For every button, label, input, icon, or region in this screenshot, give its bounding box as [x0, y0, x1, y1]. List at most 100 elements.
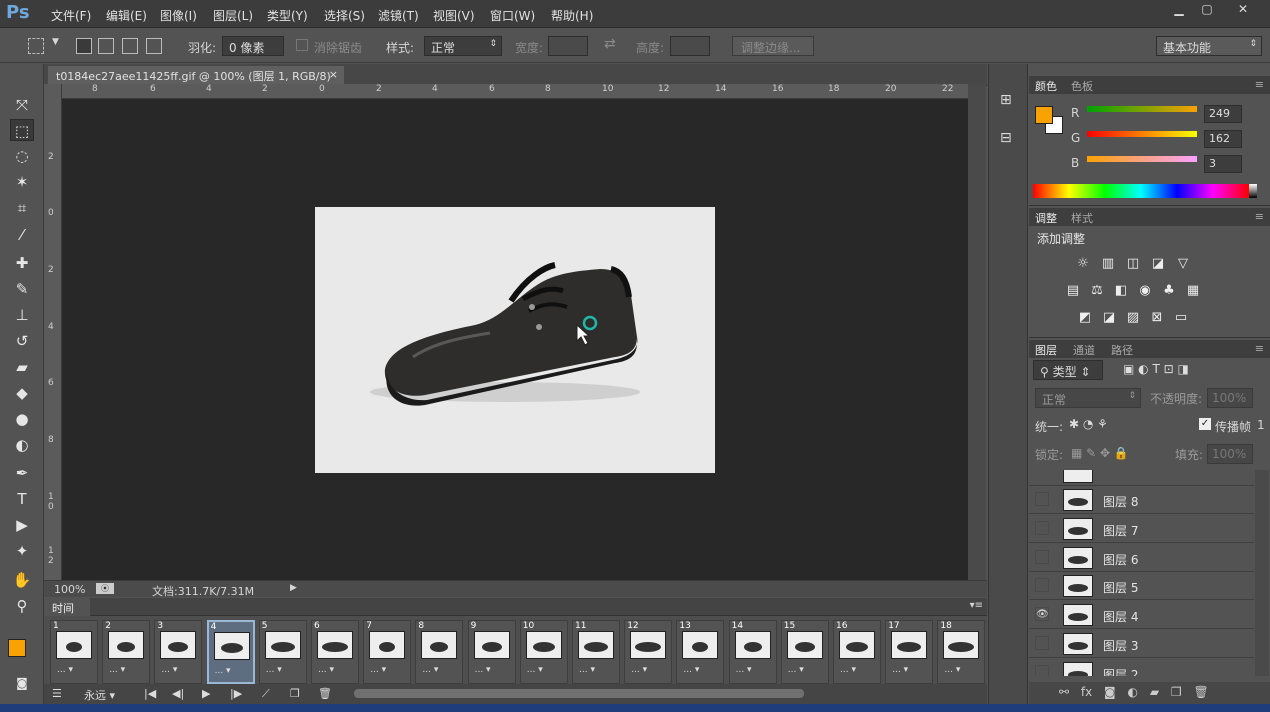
- visibility-toggle[interactable]: [1035, 520, 1049, 535]
- value-g[interactable]: 162: [1204, 130, 1242, 148]
- channel-mixer-icon[interactable]: ♣: [1161, 283, 1177, 299]
- layer-row[interactable]: 图层 8: [1029, 486, 1254, 514]
- menu-help[interactable]: 帮助(H): [551, 7, 593, 24]
- threshold-icon[interactable]: ▨: [1125, 310, 1141, 326]
- layer-row[interactable]: 👁 图层 4: [1029, 601, 1254, 630]
- curves-icon[interactable]: ◫: [1125, 256, 1141, 272]
- fx-icon[interactable]: fx: [1081, 685, 1092, 699]
- document-tab[interactable]: t0184ec27aee11425ff.gif @ 100% (图层 1, RG…: [48, 66, 344, 86]
- rect-marquee-tool-icon[interactable]: ⬚: [10, 119, 34, 141]
- unify-icons[interactable]: ✱ ◔ ⚘: [1069, 417, 1108, 431]
- width-input[interactable]: [548, 36, 588, 56]
- chevron-down-icon[interactable]: ▼: [52, 37, 59, 47]
- loop-select[interactable]: 永远 ▾: [84, 687, 115, 703]
- posterize-icon[interactable]: ◪: [1101, 310, 1117, 326]
- layer-row-partial[interactable]: [1029, 470, 1254, 486]
- timeline-frame[interactable]: 11 ... ▾: [572, 620, 620, 684]
- photo-filter-icon[interactable]: ◉: [1137, 283, 1153, 299]
- frame-delay[interactable]: ... ▾: [788, 665, 804, 675]
- paint-bucket-tool-icon[interactable]: ◆: [10, 382, 34, 404]
- timeline-frame[interactable]: 9 ... ▾: [467, 620, 516, 684]
- hue-saturation-icon[interactable]: ▤: [1065, 283, 1081, 299]
- visibility-toggle[interactable]: [1035, 492, 1049, 506]
- panel-menu-icon[interactable]: ≡: [1255, 342, 1264, 355]
- vertical-scrollbar[interactable]: [968, 84, 986, 580]
- status-menu-arrow-icon[interactable]: ▶: [290, 583, 297, 593]
- timeline-frame[interactable]: 12 ... ▾: [624, 620, 673, 684]
- timeline-frame[interactable]: 18 ... ▾: [937, 620, 986, 684]
- eyedropper-tool-icon[interactable]: ⁄: [10, 224, 34, 246]
- menu-edit[interactable]: 编辑(E): [106, 7, 147, 24]
- vibrance-icon[interactable]: ▽: [1175, 256, 1191, 272]
- timeline-frame[interactable]: 10 ... ▾: [519, 620, 568, 684]
- foreground-color-swatch[interactable]: [8, 639, 26, 657]
- antialias-checkbox[interactable]: [296, 39, 308, 51]
- add-mask-icon[interactable]: ◙: [1104, 685, 1116, 699]
- frame-delay[interactable]: ... ▾: [215, 666, 231, 676]
- intersect-selection-icon[interactable]: [146, 38, 162, 54]
- value-r[interactable]: 249: [1204, 105, 1242, 123]
- menu-layer[interactable]: 图层(L): [213, 7, 253, 24]
- timeline-frame[interactable]: 6 ... ▾: [311, 620, 359, 684]
- dodge-tool-icon[interactable]: ◐: [10, 434, 34, 456]
- layer-row[interactable]: 图层 5: [1029, 572, 1254, 601]
- blend-mode-select[interactable]: 正常 ⇕: [1035, 388, 1141, 408]
- visibility-toggle[interactable]: [1035, 636, 1049, 650]
- tab-layers[interactable]: 图层: [1035, 342, 1057, 358]
- timeline-scrollbar[interactable]: [354, 689, 804, 698]
- document-image[interactable]: [315, 207, 715, 473]
- layer-row[interactable]: 图层 6: [1029, 543, 1254, 572]
- timeline-frame[interactable]: 7 ... ▾: [363, 620, 412, 684]
- color-balance-icon[interactable]: ⚖: [1089, 283, 1105, 299]
- delete-frame-icon[interactable]: 🗑: [318, 687, 332, 700]
- slider-b[interactable]: [1087, 156, 1197, 162]
- fill-input[interactable]: 100%: [1207, 444, 1253, 464]
- subtract-selection-icon[interactable]: [122, 38, 138, 54]
- timeline-frame[interactable]: 3 ... ▾: [154, 620, 203, 684]
- frame-delay[interactable]: ... ▾: [266, 665, 282, 675]
- style-select[interactable]: 正常 ⇕: [424, 36, 502, 56]
- convert-timeline-icon[interactable]: ☰: [52, 687, 62, 700]
- frame-delay[interactable]: ... ▾: [422, 665, 438, 675]
- new-group-icon[interactable]: ▰: [1150, 685, 1159, 699]
- bw-ramp[interactable]: [1249, 184, 1257, 198]
- visibility-toggle[interactable]: [1035, 549, 1049, 564]
- pen-tool-icon[interactable]: ✒: [10, 462, 34, 484]
- brightness-icon[interactable]: ☼: [1075, 256, 1091, 272]
- link-layers-icon[interactable]: ⚯: [1059, 685, 1069, 699]
- timeline-frame[interactable]: 5 ... ▾: [258, 620, 307, 684]
- layer-row[interactable]: 图层 3: [1029, 630, 1254, 658]
- frame-delay[interactable]: ... ▾: [161, 665, 177, 675]
- color-spectrum[interactable]: [1033, 184, 1249, 198]
- panel-menu-icon[interactable]: ▾≡: [970, 600, 983, 611]
- timeline-frame[interactable]: 13 ... ▾: [676, 620, 725, 684]
- timeline-frame[interactable]: 4 ... ▾: [206, 620, 255, 684]
- exposure-icon[interactable]: ◪: [1150, 256, 1166, 272]
- refine-edge-button[interactable]: 调整边缘...: [732, 36, 814, 56]
- timeline-frame[interactable]: 2 ... ▾: [102, 620, 151, 684]
- frame-delay[interactable]: ... ▾: [527, 665, 543, 675]
- swap-icon[interactable]: ⇄: [604, 36, 616, 52]
- eraser-tool-icon[interactable]: ▰: [10, 356, 34, 378]
- kind-filter-select[interactable]: ⚲ 类型 ⇕: [1033, 360, 1103, 380]
- type-tool-icon[interactable]: T: [10, 488, 34, 510]
- duplicate-frame-icon[interactable]: ❐: [290, 687, 300, 700]
- new-selection-icon[interactable]: [76, 38, 92, 54]
- tween-icon[interactable]: ⟋: [262, 687, 270, 701]
- foreground-color-swatch[interactable]: [1035, 106, 1053, 124]
- propagate-checkbox[interactable]: ✓: [1199, 418, 1211, 430]
- doc-info-icon[interactable]: ⦿: [96, 583, 114, 594]
- tab-swatches[interactable]: 色板: [1071, 78, 1093, 94]
- timeline-frame[interactable]: 15 ... ▾: [780, 620, 829, 684]
- frame-delay[interactable]: ... ▾: [683, 665, 699, 675]
- history-brush-tool-icon[interactable]: ↺: [10, 330, 34, 352]
- selective-color-icon[interactable]: ⊠: [1149, 310, 1165, 326]
- prev-frame-icon[interactable]: ◀|: [172, 687, 184, 700]
- frame-delay[interactable]: ... ▾: [579, 665, 595, 675]
- quick-mask-icon[interactable]: ◙: [10, 672, 34, 694]
- opacity-input[interactable]: 100%: [1207, 388, 1253, 408]
- shape-tool-icon[interactable]: ✦: [10, 540, 34, 562]
- panel-menu-icon[interactable]: ≡: [1255, 78, 1264, 91]
- next-frame-icon[interactable]: |▶: [230, 687, 242, 700]
- frame-delay[interactable]: ... ▾: [318, 665, 334, 675]
